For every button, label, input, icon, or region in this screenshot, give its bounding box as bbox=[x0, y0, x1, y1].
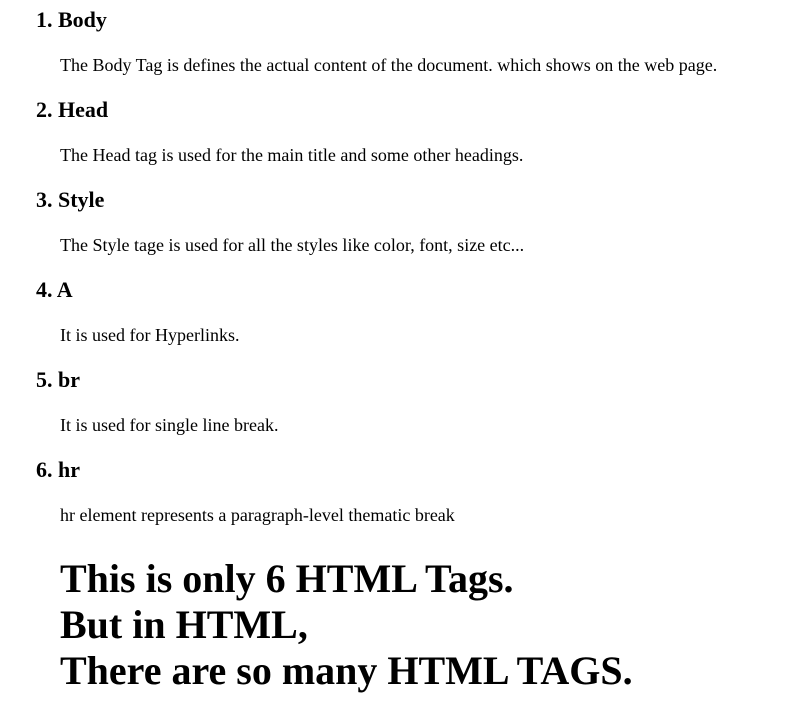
closing-line: This is only 6 HTML Tags. bbox=[60, 556, 514, 601]
tag-number: 5. bbox=[36, 367, 53, 392]
tag-heading: 2. Head bbox=[36, 96, 108, 124]
tag-list: 1. Body The Body Tag is defines the actu… bbox=[0, 0, 802, 540]
tag-name: Body bbox=[58, 7, 107, 32]
list-item: 4. A It is used for Hyperlinks. bbox=[0, 270, 802, 360]
tag-description: The Body Tag is defines the actual conte… bbox=[60, 55, 718, 75]
tag-number: 2. bbox=[36, 97, 53, 122]
closing-line: But in HTML, bbox=[60, 602, 308, 647]
list-item: 6. hr hr element represents a paragraph-… bbox=[0, 450, 802, 540]
tag-description: The Style tage is used for all the style… bbox=[60, 235, 525, 255]
tag-number: 1. bbox=[36, 7, 53, 32]
tag-number: 6. bbox=[36, 457, 53, 482]
tag-description: It is used for Hyperlinks. bbox=[60, 325, 240, 345]
closing-line: There are so many HTML TAGS. bbox=[60, 648, 633, 693]
tag-name: br bbox=[58, 367, 80, 392]
tag-number: 4. bbox=[36, 277, 53, 302]
tag-heading: 5. br bbox=[36, 366, 80, 394]
list-item: 3. Style The Style tage is used for all … bbox=[0, 180, 802, 270]
tag-heading: 1. Body bbox=[36, 6, 107, 34]
list-item: 5. br It is used for single line break. bbox=[0, 360, 802, 450]
tag-description: It is used for single line break. bbox=[60, 415, 279, 435]
tag-description: The Head tag is used for the main title … bbox=[60, 145, 524, 165]
tag-heading: 3. Style bbox=[36, 186, 104, 214]
tag-name: A bbox=[56, 277, 73, 302]
tag-number: 3. bbox=[36, 187, 53, 212]
page: 1. Body The Body Tag is defines the actu… bbox=[0, 0, 802, 701]
closing-heading: This is only 6 HTML Tags. But in HTML, T… bbox=[60, 556, 633, 694]
list-item: 2. Head The Head tag is used for the mai… bbox=[0, 90, 802, 180]
list-item: 1. Body The Body Tag is defines the actu… bbox=[0, 0, 802, 90]
tag-name: hr bbox=[58, 457, 80, 482]
tag-heading: 4. A bbox=[36, 276, 73, 304]
tag-name: Head bbox=[58, 97, 109, 122]
tag-heading: 6. hr bbox=[36, 456, 80, 484]
tag-description: hr element represents a paragraph-level … bbox=[60, 505, 455, 525]
tag-name: Style bbox=[58, 187, 105, 212]
